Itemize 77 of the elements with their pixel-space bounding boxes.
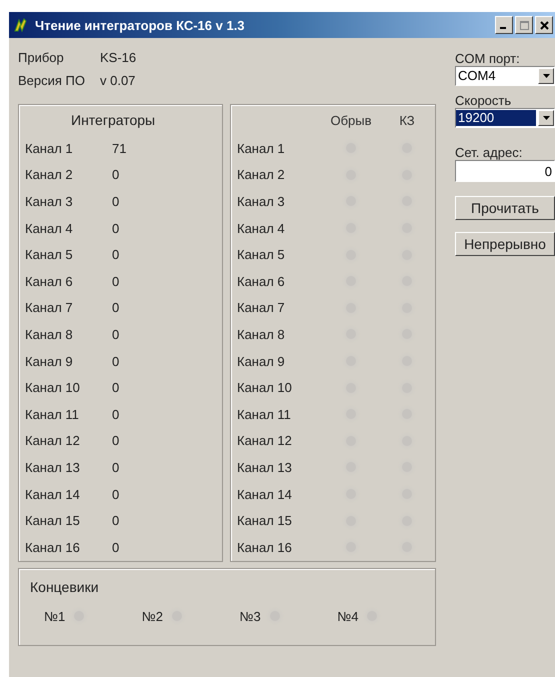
integrator-value: 0 bbox=[112, 247, 120, 262]
com-port-label: COM порт: bbox=[455, 52, 521, 66]
address-label: Сет. адрес: bbox=[455, 146, 524, 160]
firmware-label: Версия ПО bbox=[18, 73, 86, 88]
integrator-value: 0 bbox=[112, 326, 120, 342]
integrator-value: 0 bbox=[112, 194, 120, 209]
channel-label: Канал 4 bbox=[237, 220, 286, 236]
integrator-value: 0 bbox=[112, 220, 120, 236]
action-button[interactable]: Непрерывно bbox=[455, 232, 555, 256]
panel-title: Концевики bbox=[30, 578, 99, 594]
channel-label: Канал 9 bbox=[237, 354, 286, 369]
maximize-icon bbox=[520, 20, 528, 30]
switch-label: №3 bbox=[240, 608, 261, 624]
channel-label: Канал 6 bbox=[237, 274, 286, 289]
channel-label: Канал 2 bbox=[237, 167, 286, 182]
channel-label: Канал 14 bbox=[237, 486, 293, 502]
window-title: Чтение интеграторов КС-16 v 1.3 bbox=[35, 18, 246, 32]
channel-label: Канал 5 bbox=[25, 247, 74, 262]
minimize-button[interactable] bbox=[495, 16, 513, 34]
channel-label: Канал 6 bbox=[25, 274, 74, 289]
channel-label: Канал 10 bbox=[25, 380, 81, 396]
integrator-value: 0 bbox=[112, 274, 120, 289]
device-label: Прибор bbox=[18, 50, 65, 65]
channel-label: Канал 2 bbox=[25, 167, 74, 182]
firmware-value: v 0.07 bbox=[100, 73, 136, 88]
action-button[interactable]: Прочитать bbox=[455, 196, 555, 220]
app-icon bbox=[13, 17, 29, 33]
device-value: KS-16 bbox=[100, 50, 136, 65]
channel-label: Канал 14 bbox=[25, 486, 81, 502]
channel-label: Канал 11 bbox=[25, 406, 80, 422]
integrator-value: 71 bbox=[112, 140, 126, 156]
channel-label: Канал 5 bbox=[237, 247, 286, 262]
integrator-value: 0 bbox=[112, 540, 120, 555]
channel-label: Канал 16 bbox=[237, 540, 293, 555]
integrator-value: 0 bbox=[112, 300, 120, 316]
dropdown-arrow-icon bbox=[542, 116, 550, 120]
close-button[interactable] bbox=[535, 16, 553, 34]
channel-label: Канал 16 bbox=[25, 540, 81, 555]
dropdown-arrow-icon bbox=[542, 74, 550, 78]
channel-label: Канал 10 bbox=[237, 380, 293, 396]
channel-label: Канал 8 bbox=[25, 326, 74, 342]
switch-label: №4 bbox=[337, 608, 358, 624]
integrator-value: 0 bbox=[112, 167, 120, 182]
close-icon bbox=[540, 20, 548, 30]
channel-label: Канал 13 bbox=[237, 460, 293, 475]
integrator-value: 0 bbox=[112, 486, 120, 502]
integrator-value: 0 bbox=[112, 513, 120, 528]
integrator-value: 0 bbox=[112, 406, 120, 422]
speed-label: Скорость bbox=[455, 94, 512, 108]
com-port-dropdown[interactable]: COM4 bbox=[455, 66, 555, 86]
maximize-button[interactable] bbox=[515, 16, 533, 34]
switch-label: №2 bbox=[142, 608, 163, 624]
channel-label: Канал 3 bbox=[25, 194, 74, 209]
channel-label: Канал 9 bbox=[25, 354, 74, 369]
integrator-value: 0 bbox=[112, 380, 120, 396]
speed-dropdown[interactable]: 19200 bbox=[455, 108, 555, 128]
column-header: Обрыв bbox=[329, 112, 373, 128]
integrator-value: 0 bbox=[112, 433, 120, 448]
column-header: КЗ bbox=[398, 112, 416, 128]
channel-label: Канал 8 bbox=[237, 326, 286, 342]
panel-title: Интеграторы bbox=[71, 112, 156, 128]
integrator-value: 0 bbox=[112, 354, 120, 369]
channel-label: Канал 13 bbox=[25, 460, 81, 475]
channel-label: Канал 12 bbox=[237, 433, 293, 448]
switch-label: №1 bbox=[44, 608, 66, 624]
channel-label: Канал 11 bbox=[237, 406, 292, 422]
integrator-value: 0 bbox=[112, 460, 120, 475]
channel-label: Канал 7 bbox=[237, 300, 286, 316]
channel-label: Канал 15 bbox=[237, 513, 293, 528]
channel-label: Канал 3 bbox=[237, 194, 286, 209]
channel-label: Канал 12 bbox=[25, 433, 81, 448]
channel-label: Канал 7 bbox=[25, 300, 74, 316]
channel-label: Канал 1 bbox=[25, 140, 74, 156]
channel-label: Канал 1 bbox=[237, 140, 286, 156]
channel-label: Канал 15 bbox=[25, 513, 81, 528]
channel-label: Канал 4 bbox=[25, 220, 74, 236]
address-field[interactable]: 0 bbox=[455, 160, 555, 182]
